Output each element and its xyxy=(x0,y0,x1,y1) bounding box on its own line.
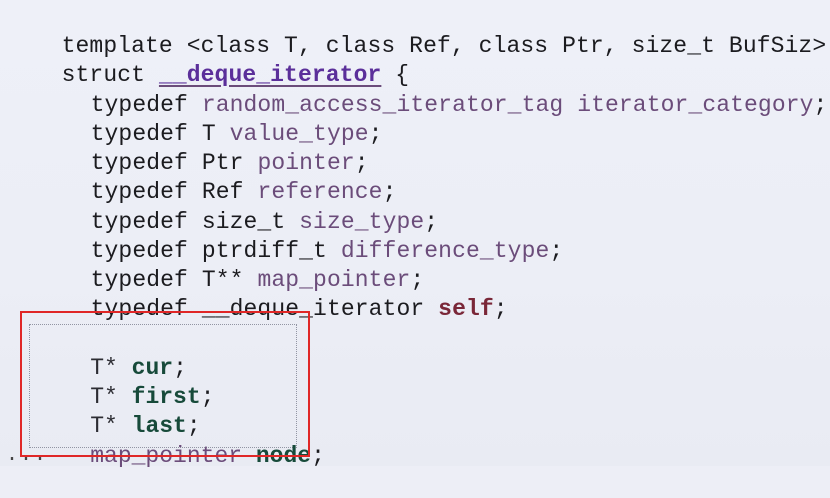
typedef-line: typedef T** map_pointer; xyxy=(6,238,425,293)
typedef-line: typedef __deque_iterator self; xyxy=(6,267,508,322)
highlight-annotation-box xyxy=(20,311,310,457)
typedef-line: typedef Ref reference; xyxy=(6,150,397,205)
semicolon: ; xyxy=(368,121,383,147)
semicolon: ; xyxy=(813,92,828,118)
typedef-line: typedef ptrdiff_t difference_type; xyxy=(6,209,564,264)
typedef-line: typedef T value_type; xyxy=(6,92,383,147)
typedef-line: typedef size_t size_type; xyxy=(6,180,438,235)
typedef-name: self xyxy=(424,296,494,322)
typedef-line: typedef Ptr pointer; xyxy=(6,121,369,176)
ellipsis: ... xyxy=(6,444,49,467)
semicolon: ; xyxy=(311,443,325,469)
semicolon: ; xyxy=(493,296,508,322)
code-slide: template <class T, class Ref, class Ptr,… xyxy=(0,0,830,469)
typedef-name: iterator_category xyxy=(563,92,814,118)
semicolon: ; xyxy=(549,238,564,264)
struct-declaration-line: struct __deque_iterator { xyxy=(6,33,409,88)
typedef-line: typedef random_access_iterator_tag itera… xyxy=(6,63,828,118)
template-declaration-line: template <class T, class Ref, class Ptr,… xyxy=(6,4,827,59)
